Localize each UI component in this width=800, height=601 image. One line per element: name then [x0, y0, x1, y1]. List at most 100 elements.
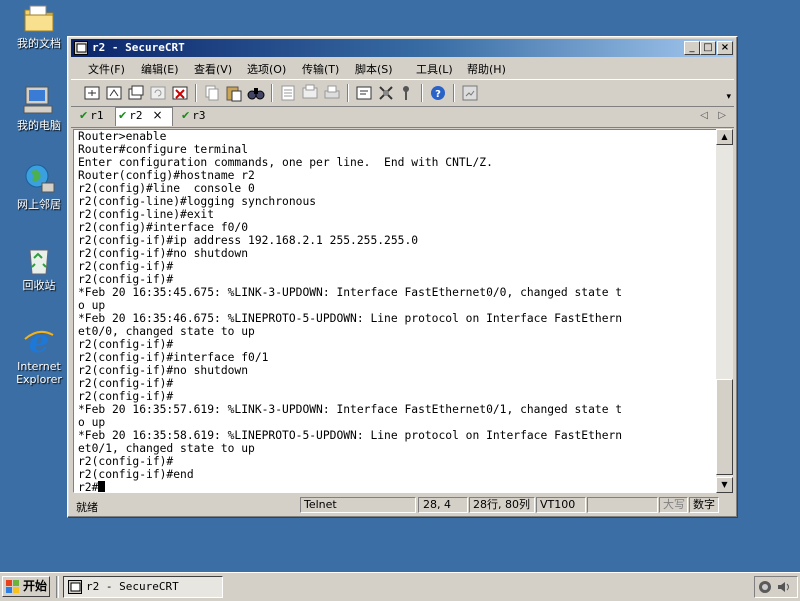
terminal-line: r2(config-if)# — [78, 390, 174, 403]
vertical-scrollbar[interactable]: ▲ ▼ — [716, 129, 733, 493]
tab-label: r1 — [90, 109, 104, 122]
terminal-line: o up — [78, 416, 106, 429]
tray-network-icon[interactable] — [758, 580, 772, 594]
quick-connect-icon[interactable] — [105, 84, 123, 102]
scroll-thumb[interactable] — [716, 379, 733, 475]
status-emulation: VT100 — [536, 497, 586, 513]
print-setup-icon[interactable] — [279, 84, 297, 102]
menu-help[interactable]: 帮助(H) — [467, 61, 506, 77]
desktop-icon-internet-explorer[interactable]: e Internet Explorer — [8, 325, 70, 386]
menu-view[interactable]: 查看(V) — [194, 61, 232, 77]
close-button[interactable]: × — [717, 41, 733, 55]
terminal-line: r2(config-line)#exit — [78, 208, 215, 221]
toolbar-chevron-icon[interactable]: ▾ — [726, 92, 731, 102]
global-options-icon[interactable] — [377, 84, 395, 102]
toolbar-separator — [453, 84, 455, 102]
terminal-line: r2(config-if)#ip address 192.168.2.1 255… — [78, 234, 419, 247]
tab-label: r3 — [192, 109, 206, 122]
terminal-line: r2(config-if)#end — [78, 468, 194, 481]
session-tab-bar: ✔ r1 ✔ r2 × ✔ r3 ◁ ▷ — [71, 107, 734, 128]
minimize-button[interactable]: _ — [684, 41, 700, 55]
status-bar: 就绪 Telnet 28, 4 28行, 80列 VT100 大写 数字 — [71, 496, 734, 514]
terminal-line: r2(config-if)# — [78, 273, 174, 286]
securecrt-app-icon — [74, 41, 88, 55]
toolbar-separator — [195, 84, 197, 102]
terminal-line: et0/1, changed state to up — [78, 442, 255, 455]
tab-r3[interactable]: ✔ r3 — [179, 109, 215, 126]
keymap-icon[interactable] — [397, 84, 415, 102]
scroll-down-icon[interactable]: ▼ — [716, 477, 733, 493]
system-tray — [754, 576, 798, 598]
status-ready: 就绪 — [76, 501, 98, 514]
tab-r2[interactable]: ✔ r2 × — [115, 107, 173, 126]
terminal-view[interactable]: Router>enable Router#configure terminal En… — [73, 129, 717, 493]
svg-text:?: ? — [435, 89, 441, 100]
menu-edit[interactable]: 编辑(E) — [141, 61, 179, 77]
about-icon[interactable] — [461, 84, 479, 102]
toolbar: ? ▾ — [71, 79, 734, 107]
terminal-prompt-line: r2# — [78, 481, 622, 492]
terminal-line: *Feb 20 16:35:46.675: %LINEPROTO-5-UPDOW… — [78, 312, 623, 325]
toolbar-separator — [347, 84, 349, 102]
terminal-line: r2(config-if)# — [78, 338, 174, 351]
desktop-icon-recycle-bin[interactable]: 回收站 — [8, 244, 70, 292]
menu-transfer[interactable]: 传输(T) — [302, 61, 339, 77]
tab-r1[interactable]: ✔ r1 — [77, 109, 113, 126]
connected-check-icon: ✔ — [181, 109, 191, 122]
computer-icon — [23, 86, 53, 114]
reconnect-icon[interactable] — [149, 84, 167, 102]
maximize-button[interactable]: □ — [700, 41, 716, 55]
terminal-cursor — [98, 481, 106, 492]
network-globe-icon — [25, 164, 55, 193]
paste-icon[interactable] — [225, 84, 243, 102]
tab-scroll-right-icon[interactable]: ▷ — [718, 110, 726, 121]
status-caps-lock: 大写 — [659, 497, 688, 513]
tab-scroll-left-icon[interactable]: ◁ — [700, 110, 708, 121]
terminal-line: Enter configuration commands, one per li… — [78, 156, 493, 169]
terminal-line: Router(config)#hostname r2 — [78, 169, 255, 182]
connect-icon[interactable] — [83, 84, 101, 102]
terminal-line: r2(config)#line console 0 — [78, 182, 255, 195]
taskbar-separator — [56, 576, 59, 598]
desktop-icon-network[interactable]: 网上邻居 — [8, 163, 70, 211]
securecrt-window: r2 - SecureCRT _ □ × 文件(F) 编辑(E) 查看(V) 选… — [67, 36, 738, 518]
find-icon[interactable] — [247, 84, 265, 102]
tab-close-icon[interactable]: × — [152, 108, 162, 122]
print-icon[interactable] — [323, 84, 341, 102]
securecrt-app-icon — [68, 580, 82, 594]
start-button[interactable]: 开始 — [2, 576, 50, 597]
connect-tab-icon[interactable] — [127, 84, 145, 102]
terminal-line: *Feb 20 16:35:58.619: %LINEPROTO-5-UPDOW… — [78, 429, 623, 442]
start-label: 开始 — [23, 579, 48, 593]
scroll-up-icon[interactable]: ▲ — [716, 129, 733, 145]
windows-logo-icon — [6, 580, 19, 593]
connected-check-icon: ✔ — [79, 109, 89, 122]
desktop-icon-my-documents[interactable]: 我的文档 — [8, 2, 70, 50]
title-bar[interactable]: r2 - SecureCRT _ □ × — [71, 39, 734, 57]
menu-tools[interactable]: 工具(L) — [416, 61, 453, 77]
terminal-line: r2(config-if)#no shutdown — [78, 364, 249, 377]
session-options-icon[interactable] — [355, 84, 373, 102]
terminal-line: r2(config-line)#logging synchronous — [78, 195, 317, 208]
menu-options[interactable]: 选项(O) — [247, 61, 286, 77]
terminal-line: r2(config-if)#no shutdown — [78, 247, 249, 260]
terminal-line: Router>enable — [78, 130, 167, 143]
help-icon[interactable]: ? — [429, 84, 447, 102]
tray-volume-icon[interactable] — [777, 580, 793, 594]
internet-explorer-icon: e — [24, 325, 54, 357]
toolbar-separator — [271, 84, 273, 102]
terminal-line: r2(config)#interface f0/0 — [78, 221, 249, 234]
terminal-line: et0/0, changed state to up — [78, 325, 255, 338]
desktop-icon-label: 回收站 — [22, 279, 56, 292]
copy-icon[interactable] — [203, 84, 221, 102]
terminal-line: Router#configure terminal — [78, 143, 249, 156]
disconnect-icon[interactable] — [171, 84, 189, 102]
menu-file[interactable]: 文件(F) — [88, 61, 125, 77]
toolbar-separator — [421, 84, 423, 102]
desktop-icon-label: 网上邻居 — [17, 198, 61, 211]
terminal-line: r2(config-if)# — [78, 260, 174, 273]
print-screen-icon[interactable] — [301, 84, 319, 102]
desktop-icon-my-computer[interactable]: 我的电脑 — [8, 84, 70, 132]
taskbar-item-securecrt[interactable]: r2 - SecureCRT — [63, 576, 223, 598]
menu-script[interactable]: 脚本(S) — [355, 61, 393, 77]
